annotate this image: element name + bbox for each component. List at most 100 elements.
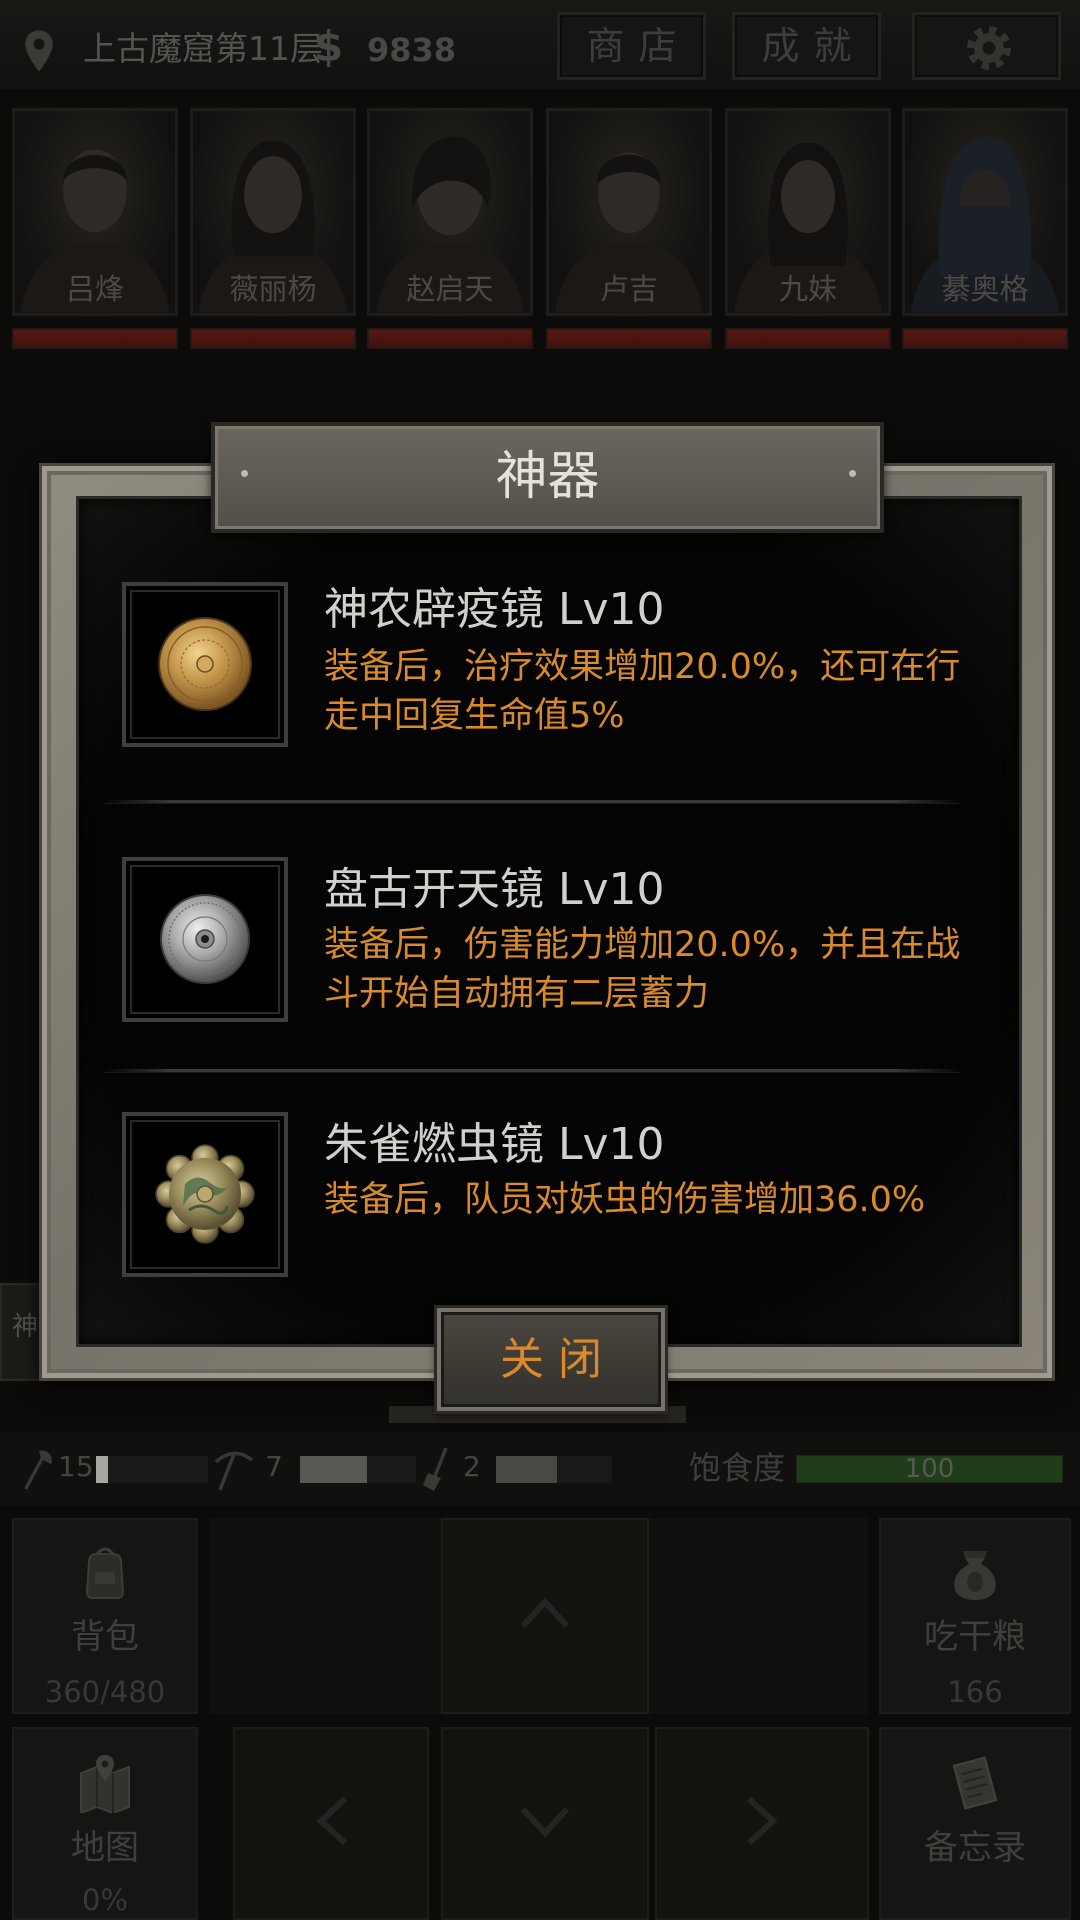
party-member-portrait[interactable]: 吕烽 — [12, 108, 178, 316]
artifact-description: 装备后，治疗效果增加20.0%，还可在行 走中回复生命值5% — [324, 643, 960, 741]
artifact-description-line: 装备后，伤害能力增加20.0%，并且在战 — [324, 925, 961, 965]
party-member-portrait[interactable]: 綦奥格 — [902, 108, 1068, 316]
axe-durability-bar — [96, 1456, 208, 1483]
shop-button-label: 商店 — [586, 24, 691, 68]
top-bar: 上古魔窟第11层 $ 9838 商店 成就 — [0, 0, 1080, 92]
party-member-name: 赵启天 — [406, 272, 494, 306]
party-member-hp-bar — [725, 328, 891, 349]
party-member-portrait[interactable]: 卢吉 — [546, 108, 712, 316]
memo-icon — [952, 1756, 998, 1810]
party-member-portrait[interactable]: 九妹 — [725, 108, 891, 316]
artifact-description-line: 装备后，治疗效果增加20.0%，还可在行 — [324, 647, 961, 687]
map-icon — [80, 1755, 130, 1813]
artifact-description-line: 走中回复生命值5% — [324, 696, 625, 736]
hp-bar-fill — [192, 330, 354, 347]
jade-flower-mirror-icon — [155, 1144, 255, 1244]
axe-icon — [24, 1450, 52, 1490]
artifact-description-line: 装备后，队员对妖虫的伤害增加36.0% — [324, 1180, 926, 1220]
move-up-button[interactable] — [441, 1518, 649, 1714]
artifact-title: 神农辟疫镜 Lv10 — [324, 584, 665, 636]
artifact-icon-frame — [122, 582, 288, 747]
artifact-level: Lv10 — [558, 584, 665, 635]
currency-icon: $ — [314, 22, 344, 71]
durability-fill — [496, 1456, 558, 1483]
party-member-name: 綦奥格 — [941, 272, 1029, 306]
map-button[interactable]: 地图 0% — [12, 1727, 198, 1920]
modal-title: 神器 — [495, 447, 600, 507]
artifact-title: 盘古开天镜 Lv10 — [324, 864, 665, 916]
satiety-value: 100 — [904, 1454, 955, 1484]
durability-fill — [300, 1456, 368, 1483]
achievements-button-label: 成就 — [761, 24, 866, 68]
move-down-button[interactable] — [441, 1727, 649, 1920]
party-member-hp-bar — [12, 328, 178, 349]
item-divider — [104, 800, 961, 804]
artifact-level: Lv10 — [558, 864, 665, 915]
down-arrow-icon — [520, 1806, 570, 1838]
artifact-level: Lv10 — [558, 1119, 665, 1170]
artifact-description: 装备后，队员对妖虫的伤害增加36.0% — [324, 1176, 925, 1225]
achievements-button[interactable]: 成就 — [732, 12, 881, 80]
ration-count: 166 — [947, 1675, 1003, 1709]
artifact-name: 朱雀燃虫镜 — [324, 1119, 544, 1170]
artifact-name: 盘古开天镜 — [324, 864, 544, 915]
up-arrow-icon — [520, 1597, 570, 1629]
party-member-hp-bar — [902, 328, 1068, 349]
party-member-portrait[interactable]: 薇丽杨 — [190, 108, 356, 316]
money-amount: 9838 — [367, 31, 457, 69]
backpack-button[interactable]: 背包 360/480 — [12, 1518, 198, 1714]
side-tab-label: 神 — [12, 1312, 39, 1342]
hp-bar-fill — [369, 330, 531, 347]
eat-ration-label: 吃干粮 — [924, 1617, 1026, 1657]
pickaxe-count: 7 — [265, 1450, 283, 1483]
artifact-name: 神农辟疫镜 — [324, 584, 544, 635]
hp-bar-fill — [14, 330, 176, 347]
eat-ration-button[interactable]: 吃干粮 166 — [879, 1518, 1071, 1714]
party-member-name: 吕烽 — [65, 272, 124, 306]
artifact-description: 装备后，伤害能力增加20.0%，并且在战 斗开始自动拥有二层蓄力 — [324, 921, 960, 1019]
settings-button[interactable] — [912, 12, 1061, 80]
shop-button[interactable]: 商店 — [557, 12, 706, 80]
artifact-icon-frame — [122, 1112, 288, 1277]
party-member-name: 薇丽杨 — [229, 272, 317, 306]
map-explored-percent: 0% — [81, 1883, 128, 1917]
artifact-description-line: 斗开始自动拥有二层蓄力 — [324, 974, 710, 1014]
right-arrow-icon — [746, 1796, 778, 1846]
move-right-button[interactable] — [655, 1727, 869, 1920]
item-divider — [104, 1069, 961, 1073]
left-arrow-icon — [316, 1796, 348, 1846]
pickaxe-icon — [214, 1451, 254, 1491]
gear-icon — [967, 26, 1011, 70]
party-member-hp-bar — [367, 328, 533, 349]
silver-mirror-icon — [160, 894, 250, 984]
backpack-capacity: 360/480 — [44, 1675, 166, 1709]
durability-fill — [96, 1456, 109, 1483]
memo-button[interactable]: 备忘录 — [879, 1727, 1071, 1920]
ration-sack-icon — [954, 1551, 996, 1600]
satiety-bar: 100 — [796, 1455, 1063, 1483]
status-bar: 15 7 2 饱食度 100 — [0, 1430, 1080, 1508]
map-label: 地图 — [71, 1828, 139, 1868]
axe-count: 15 — [58, 1450, 94, 1483]
satiety-label: 饱食度 — [689, 1449, 786, 1487]
backpack-label: 背包 — [71, 1617, 139, 1657]
hp-bar-fill — [904, 330, 1066, 347]
shovel-durability-bar — [496, 1456, 612, 1483]
close-button[interactable]: 关 闭 — [437, 1308, 665, 1411]
map-pin-icon — [25, 30, 53, 72]
move-left-button[interactable] — [233, 1727, 429, 1920]
pickaxe-durability-bar — [300, 1456, 416, 1483]
location-label: 上古魔窟第11层 — [83, 29, 323, 68]
shovel-icon — [423, 1447, 448, 1491]
party-member-portrait[interactable]: 赵启天 — [367, 108, 533, 316]
backpack-icon — [85, 1547, 125, 1599]
party-member-name: 卢吉 — [599, 272, 658, 306]
shovel-count: 2 — [463, 1450, 481, 1483]
artifact-icon-frame — [122, 857, 288, 1022]
party-member-hp-bar — [546, 328, 712, 349]
party-member-hp-bar — [190, 328, 356, 349]
modal-title-plate: 神器 — [211, 422, 884, 533]
gold-bronze-mirror-icon — [158, 617, 252, 711]
memo-label: 备忘录 — [924, 1828, 1026, 1868]
hp-bar-fill — [548, 330, 710, 347]
